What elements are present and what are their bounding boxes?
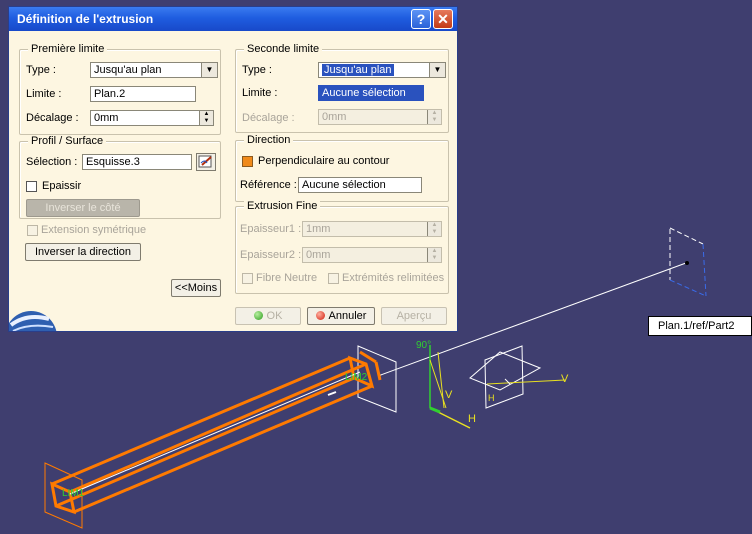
selection-field[interactable]: Esquisse.3 bbox=[82, 154, 192, 170]
svg-text:H: H bbox=[468, 413, 476, 425]
symmetric-checkbox[interactable] bbox=[27, 225, 38, 236]
second-limit-label: Limite : bbox=[242, 87, 278, 99]
spin-icon[interactable]: ▲ ▼ bbox=[427, 248, 441, 262]
reference-label: Référence : bbox=[240, 179, 297, 191]
ok-button[interactable]: OK bbox=[235, 307, 301, 325]
normal-checkbox[interactable] bbox=[242, 156, 253, 167]
cancel-icon bbox=[315, 311, 325, 320]
second-offset-field[interactable]: 0mm ▲ ▼ bbox=[318, 109, 442, 125]
first-limit-group: Première limite Type : Jusqu'au plan ▼ L… bbox=[19, 43, 221, 135]
second-offset-label: Décalage : bbox=[242, 112, 295, 124]
second-limit-field[interactable]: Aucune sélection bbox=[318, 85, 424, 101]
ok-icon bbox=[253, 311, 263, 320]
invert-direction-button[interactable]: Inverser la direction bbox=[25, 243, 141, 261]
neutral-checkbox[interactable] bbox=[242, 273, 253, 284]
first-offset-field[interactable]: 0mm ▲ ▼ bbox=[90, 110, 214, 126]
thin-group: Extrusion Fine Epaisseur1 : 1mm ▲ ▼ Epais… bbox=[235, 200, 449, 294]
close-icon[interactable]: ✕ bbox=[433, 9, 453, 29]
svg-text:V: V bbox=[561, 373, 569, 385]
first-limit-field[interactable]: Plan.2 bbox=[90, 86, 196, 102]
trimmed-label: Extrémités relimitées bbox=[342, 272, 445, 284]
thickness1-label: Epaisseur1 : bbox=[240, 223, 302, 235]
thickness2-field[interactable]: 0mm ▲ ▼ bbox=[302, 247, 442, 263]
thickness2-label: Epaisseur2 : bbox=[240, 249, 302, 261]
first-offset-label: Décalage : bbox=[26, 112, 79, 124]
reference-field[interactable]: Aucune sélection bbox=[298, 177, 422, 193]
spin-icon[interactable]: ▲ ▼ bbox=[427, 110, 441, 124]
dialog-titlebar[interactable]: Définition de l'extrusion ? ✕ bbox=[9, 7, 457, 31]
second-type-combo[interactable]: Jusqu'au plan ▼ bbox=[318, 62, 446, 78]
thickness1-field[interactable]: 1mm ▲ ▼ bbox=[302, 221, 442, 237]
first-type-label: Type : bbox=[26, 64, 56, 76]
trimmed-checkbox[interactable] bbox=[328, 273, 339, 284]
spin-icon[interactable]: ▲ ▼ bbox=[199, 111, 213, 125]
first-type-combo[interactable]: Jusqu'au plan ▼ bbox=[90, 62, 218, 78]
axis-triad[interactable]: V H bbox=[469, 345, 569, 409]
normal-label: Perpendiculaire au contour bbox=[258, 155, 390, 167]
invert-side-button[interactable]: Inverser le côté bbox=[26, 199, 140, 217]
dialog-title: Définition de l'extrusion bbox=[17, 12, 154, 26]
help-icon[interactable]: ? bbox=[411, 9, 431, 29]
sketch-icon[interactable] bbox=[196, 153, 216, 171]
second-type-label: Type : bbox=[242, 64, 272, 76]
globe-icon bbox=[9, 311, 57, 331]
spin-icon[interactable]: ▲ ▼ bbox=[427, 222, 441, 236]
geometry-tooltip: Plan.1/ref/Part2 bbox=[648, 316, 752, 336]
svg-text:LIM2: LIM2 bbox=[345, 372, 368, 383]
svg-text:LIM1: LIM1 bbox=[62, 488, 85, 499]
first-limit-legend: Première limite bbox=[28, 43, 108, 55]
neutral-label: Fibre Neutre bbox=[256, 272, 318, 284]
symmetric-label: Extension symétrique bbox=[41, 224, 147, 236]
second-limit-legend: Seconde limite bbox=[244, 43, 323, 55]
less-button[interactable]: <<Moins bbox=[171, 279, 221, 297]
second-limit-group: Seconde limite Type : Jusqu'au plan ▼ Li… bbox=[235, 43, 449, 133]
profile-group: Profil / Surface Sélection : Esquisse.3 … bbox=[19, 135, 221, 219]
thicken-checkbox[interactable] bbox=[26, 181, 37, 192]
svg-text:90°: 90° bbox=[416, 340, 431, 351]
chevron-down-icon[interactable]: ▼ bbox=[201, 63, 217, 77]
thin-legend: Extrusion Fine bbox=[244, 200, 321, 212]
direction-legend: Direction bbox=[244, 134, 294, 146]
preview-button[interactable]: Aperçu bbox=[381, 307, 447, 325]
svg-text:V: V bbox=[445, 389, 453, 401]
profile-legend: Profil / Surface bbox=[28, 135, 107, 147]
extrusion-dialog: Définition de l'extrusion ? ✕ Première l… bbox=[8, 6, 458, 332]
direction-group: Direction Perpendiculaire au contour Réf… bbox=[235, 134, 449, 202]
chevron-down-icon[interactable]: ▼ bbox=[429, 63, 445, 77]
selection-label: Sélection : bbox=[26, 156, 78, 168]
svg-text:H: H bbox=[488, 393, 495, 403]
cancel-button[interactable]: Annuler bbox=[307, 307, 375, 325]
thicken-label: Epaissir bbox=[42, 180, 82, 192]
plan1-plane[interactable] bbox=[669, 227, 707, 297]
first-limit-label: Limite : bbox=[26, 88, 62, 100]
extrusion-preview[interactable] bbox=[50, 350, 382, 515]
